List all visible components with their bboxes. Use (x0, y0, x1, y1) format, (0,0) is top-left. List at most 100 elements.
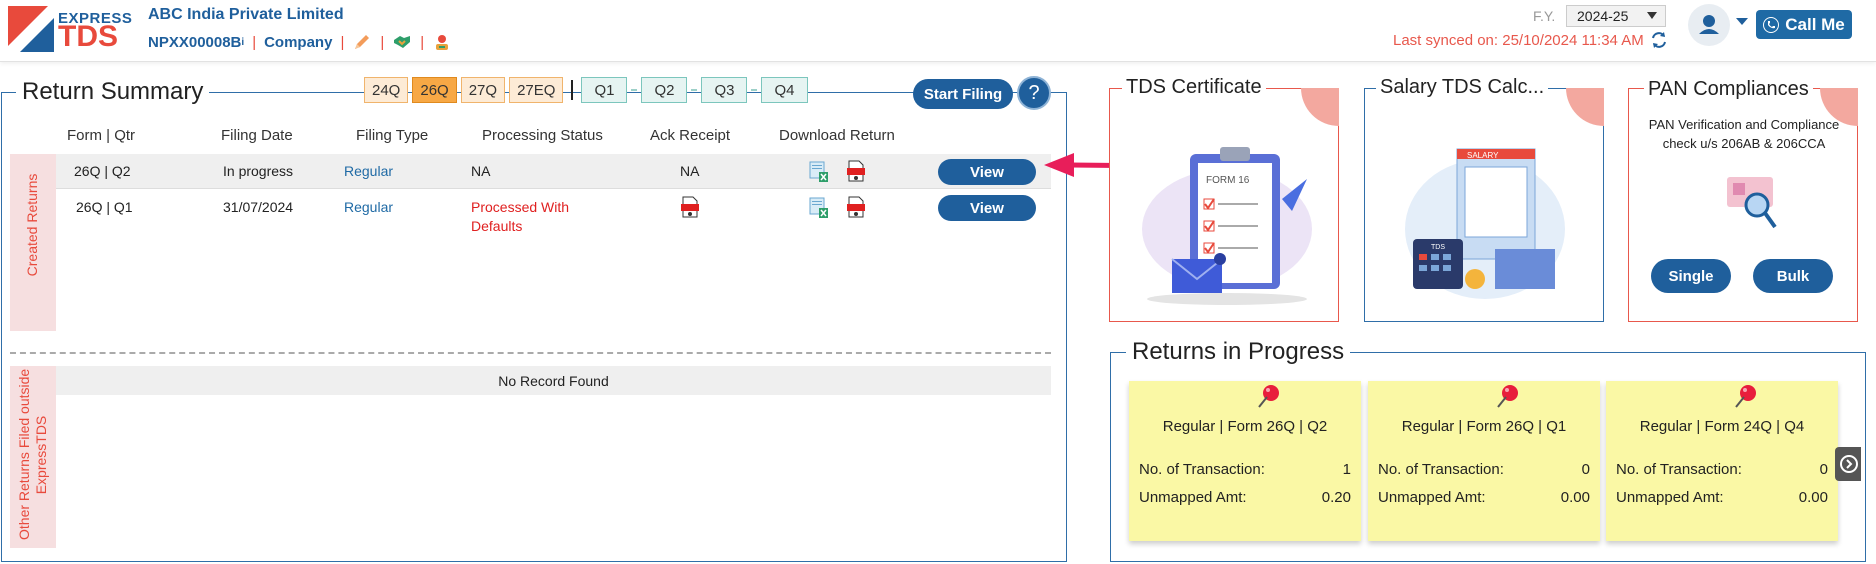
salary-tds-calc-card[interactable]: SALARY TDS (1364, 88, 1604, 322)
chevron-right-icon (1840, 455, 1858, 473)
pan-compliances-card: PAN Verification and Compliance check u/s… (1628, 88, 1858, 322)
txn-value: 1 (1342, 461, 1351, 478)
col-download-return: Download Return (779, 127, 895, 144)
view-button[interactable]: View (938, 195, 1036, 221)
info-icon[interactable]: i (241, 37, 244, 48)
expresstds-logo[interactable]: EXPRESS TDS (8, 6, 132, 54)
no-record-found: No Record Found (56, 366, 1051, 395)
edit-pencil-icon[interactable] (352, 32, 372, 52)
chip-27eq[interactable]: 27EQ (509, 77, 564, 103)
logo-text-tds: TDS (58, 20, 118, 53)
unmapped-label: Unmapped Amt: (1139, 489, 1247, 506)
entity-type: Company (264, 33, 333, 51)
row2-form-qtr: 26Q | Q1 (76, 199, 133, 215)
row2-filing-type[interactable]: Regular (344, 199, 393, 215)
logo-mark-icon (8, 6, 54, 52)
salary-label: SALARY (1467, 151, 1499, 160)
created-returns-label: Created Returns (24, 173, 40, 277)
excel-download-icon[interactable] (809, 197, 829, 219)
excel-download-icon[interactable] (809, 161, 829, 183)
separator: | (252, 33, 257, 51)
other-returns-label-line1: Other Returns Filed outside (16, 368, 32, 540)
chip-q1[interactable]: Q1 (581, 77, 628, 103)
return-summary-title: Return Summary (16, 78, 210, 106)
row1-filing-type[interactable]: Regular (344, 163, 393, 179)
created-returns-tab: Created Returns (10, 154, 56, 331)
chip-connector (751, 89, 758, 91)
pushpin-icon (1497, 385, 1518, 408)
other-returns-tab: Other Returns Filed outside ExpressTDS (10, 366, 56, 548)
company-details: NPXX00008B i | Company | | | (148, 32, 452, 52)
pan-single-button[interactable]: Single (1651, 259, 1731, 293)
txn-value: 0 (1819, 461, 1828, 478)
progress-note-card[interactable]: Regular | Form 26Q | Q1 No. of Transacti… (1368, 381, 1600, 541)
form-quarter-chips: 24Q 26Q 27Q 27EQ Q1 Q2 Q3 Q4 (364, 77, 812, 103)
pan-description: PAN Verification and Compliance check u/s… (1639, 115, 1849, 153)
fy-label: F.Y. (1533, 8, 1556, 24)
handshake-icon[interactable] (392, 32, 412, 52)
chip-q2[interactable]: Q2 (641, 77, 688, 103)
col-filing-date: Filing Date (221, 127, 293, 144)
view-button[interactable]: View (938, 159, 1036, 185)
unmapped-value: 0.20 (1321, 489, 1351, 506)
chip-q3[interactable]: Q3 (701, 77, 748, 103)
col-form-qtr: Form | Qtr (67, 127, 136, 144)
fy-value: 2024-25 (1577, 8, 1629, 24)
returns-in-progress-title: Returns in Progress (1126, 338, 1351, 366)
call-me-button[interactable]: Call Me (1756, 10, 1852, 39)
pan-description-line2: check u/s 206AB & 206CCA (1662, 136, 1826, 151)
chevron-down-icon[interactable] (1736, 18, 1748, 25)
pdf-ack-icon[interactable] (680, 196, 700, 218)
tds-certificate-title: TDS Certificate (1122, 76, 1266, 99)
unmapped-value: 0.00 (1560, 489, 1590, 506)
user-badge-icon[interactable] (432, 32, 452, 52)
chip-26q[interactable]: 26Q (412, 77, 457, 103)
row2-status-line1[interactable]: Processed With (471, 199, 569, 215)
other-returns-label: Other Returns Filed outside ExpressTDS (16, 368, 50, 540)
unmapped-label: Unmapped Amt: (1378, 489, 1486, 506)
fy-select[interactable]: 2024-25 (1566, 5, 1666, 27)
pan-compliances-title: PAN Compliances (1644, 78, 1813, 101)
sync-icon[interactable] (1650, 31, 1668, 49)
form16-illustration-icon: FORM 16 (1142, 147, 1312, 305)
last-synced-text: Last synced on: 25/10/2024 11:34 AM (1393, 32, 1644, 49)
other-returns-label-line2: ExpressTDS (33, 415, 49, 495)
pan-search-icon (1727, 177, 1777, 229)
start-filing-button[interactable]: Start Filing (913, 79, 1013, 109)
salary-calculator-illustration-icon: SALARY TDS (1405, 148, 1565, 299)
tan-number: NPXX00008B (148, 33, 242, 51)
pan-bulk-button[interactable]: Bulk (1753, 259, 1833, 293)
pushpin-icon (1735, 385, 1756, 408)
card-corner-decoration (1566, 88, 1604, 126)
chip-connector (691, 89, 698, 91)
tds-certificate-card[interactable]: FORM 16 (1109, 88, 1339, 322)
row1-filing-date: In progress (223, 163, 294, 179)
txn-label: No. of Transaction: (1139, 461, 1265, 478)
txn-label: No. of Transaction: (1616, 461, 1742, 478)
carousel-next-button[interactable] (1835, 447, 1861, 481)
unmapped-label: Unmapped Amt: (1616, 489, 1724, 506)
pan-description-line1: PAN Verification and Compliance (1648, 117, 1840, 132)
chip-24q[interactable]: 24Q (364, 77, 409, 103)
chip-27q[interactable]: 27Q (460, 77, 506, 103)
progress-note-card[interactable]: Regular | Form 26Q | Q2 No. of Transacti… (1129, 381, 1361, 541)
top-header: EXPRESS TDS ABC India Private Limited NP… (0, 0, 1876, 62)
call-me-label: Call Me (1785, 14, 1845, 34)
avatar[interactable] (1688, 4, 1730, 46)
separator: | (380, 33, 385, 51)
pdf-download-icon[interactable] (846, 160, 866, 182)
pdf-download-icon[interactable] (846, 196, 866, 218)
table-row (56, 154, 1051, 189)
chip-q4[interactable]: Q4 (761, 77, 808, 103)
col-processing-status: Processing Status (482, 127, 603, 144)
user-icon (1699, 15, 1719, 34)
row2-status-line2[interactable]: Defaults (471, 218, 522, 234)
progress-note-card[interactable]: Regular | Form 24Q | Q4 No. of Transacti… (1606, 381, 1838, 541)
chevron-down-icon (1647, 12, 1657, 19)
row1-ack: NA (680, 163, 700, 179)
note-title: Regular | Form 26Q | Q2 (1162, 418, 1328, 435)
help-icon[interactable]: ? (1017, 76, 1051, 110)
row2-filing-date: 31/07/2024 (223, 199, 294, 215)
chip-connector (631, 89, 638, 91)
tds-calc-label: TDS (1431, 244, 1445, 251)
